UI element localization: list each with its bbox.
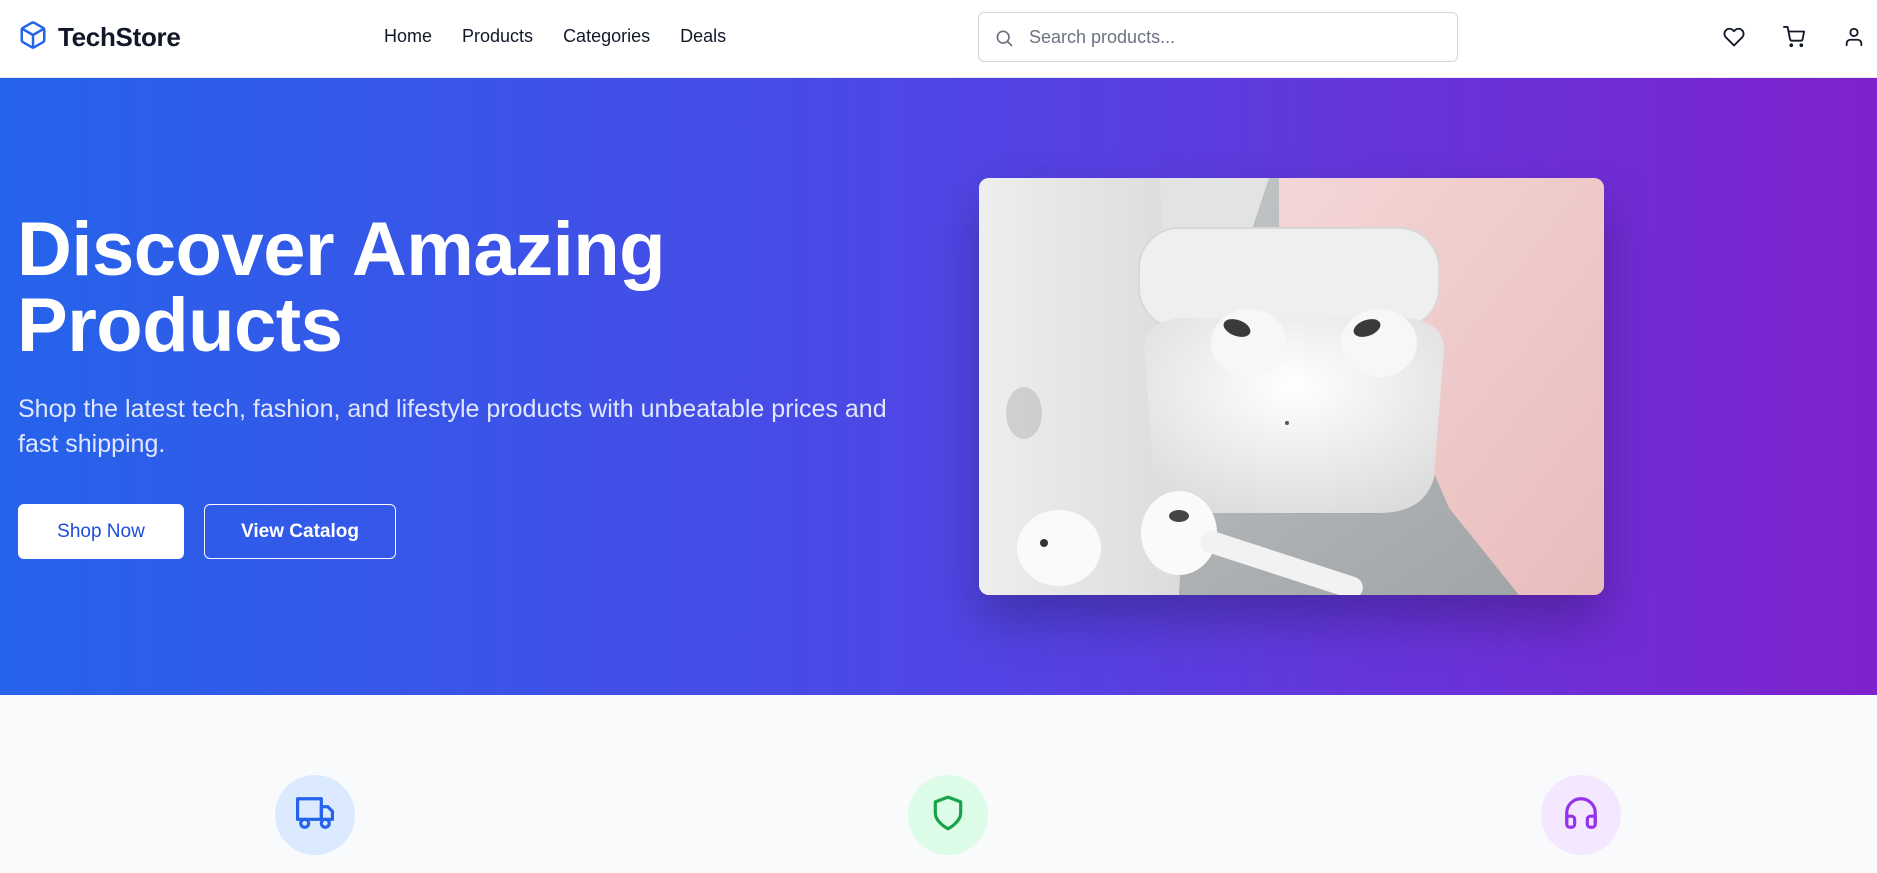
free-shipping-feature bbox=[275, 775, 355, 855]
heart-icon[interactable] bbox=[1721, 24, 1747, 50]
logo[interactable]: TechStore bbox=[18, 20, 181, 55]
hero-title: Discover Amazing Products bbox=[17, 207, 666, 368]
main-nav: Home Products Categories Deals bbox=[384, 26, 726, 47]
nav-home[interactable]: Home bbox=[384, 26, 432, 47]
hero-subtitle: Shop the latest tech, fashion, and lifes… bbox=[18, 395, 887, 458]
view-catalog-button[interactable]: View Catalog bbox=[204, 504, 396, 559]
support-feature bbox=[1541, 775, 1621, 855]
hero-section: Discover Amazing Products Shop the lates… bbox=[0, 78, 1877, 695]
truck-icon bbox=[296, 794, 334, 837]
search-box bbox=[978, 12, 1458, 62]
shop-now-button[interactable]: Shop Now bbox=[18, 504, 184, 559]
cart-icon[interactable] bbox=[1781, 24, 1807, 50]
shield-icon bbox=[929, 794, 967, 837]
nav-products[interactable]: Products bbox=[462, 26, 533, 47]
headphones-icon bbox=[1562, 794, 1600, 837]
secure-payment-feature bbox=[908, 775, 988, 855]
user-icon[interactable] bbox=[1841, 24, 1867, 50]
logo-text: TechStore bbox=[58, 22, 181, 52]
features-section bbox=[0, 695, 1877, 873]
nav-deals[interactable]: Deals bbox=[680, 26, 726, 47]
hero-product-image bbox=[979, 178, 1604, 595]
box-icon bbox=[18, 20, 48, 55]
site-header: TechStore Home Products Categories Deals bbox=[0, 0, 1877, 78]
nav-categories[interactable]: Categories bbox=[563, 26, 650, 47]
search-input[interactable] bbox=[1029, 13, 1449, 61]
